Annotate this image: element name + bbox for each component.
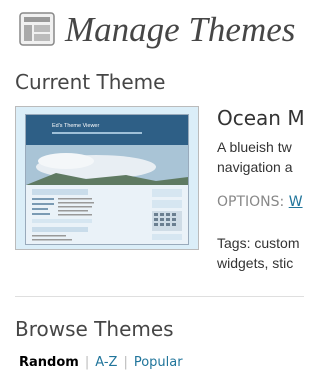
tab-a-z[interactable]: A-Z: [95, 355, 117, 370]
page-title: Manage Themes: [65, 10, 296, 49]
nav-separator: |: [123, 355, 128, 370]
screenshot-site-title: Ed's Theme Viewer: [52, 123, 99, 129]
description-line: A blueish tw: [217, 139, 292, 155]
theme-options: OPTIONS: W: [217, 194, 303, 210]
tab-random[interactable]: Random: [19, 355, 79, 370]
theme-name: Ocean M: [217, 106, 305, 130]
options-link[interactable]: W: [289, 194, 303, 210]
description-line: navigation a: [217, 159, 293, 175]
theme-description: A blueish tw navigation a: [217, 137, 317, 177]
nav-separator: |: [84, 355, 90, 370]
tab-popular[interactable]: Popular: [134, 355, 183, 370]
options-label: OPTIONS:: [217, 194, 285, 210]
theme-screenshot: Ed's Theme Viewer: [15, 106, 199, 250]
current-theme-heading: Current Theme: [15, 70, 166, 94]
themes-icon: [19, 12, 55, 46]
theme-tags: Tags: custom widgets, stic: [217, 233, 299, 273]
divider: [15, 296, 304, 297]
tags-line: widgets, stic: [217, 255, 294, 271]
browse-nav: Random | A-Z | Popular: [19, 355, 183, 370]
browse-themes-heading: Browse Themes: [15, 317, 174, 341]
tags-line: Tags: custom: [217, 235, 300, 251]
